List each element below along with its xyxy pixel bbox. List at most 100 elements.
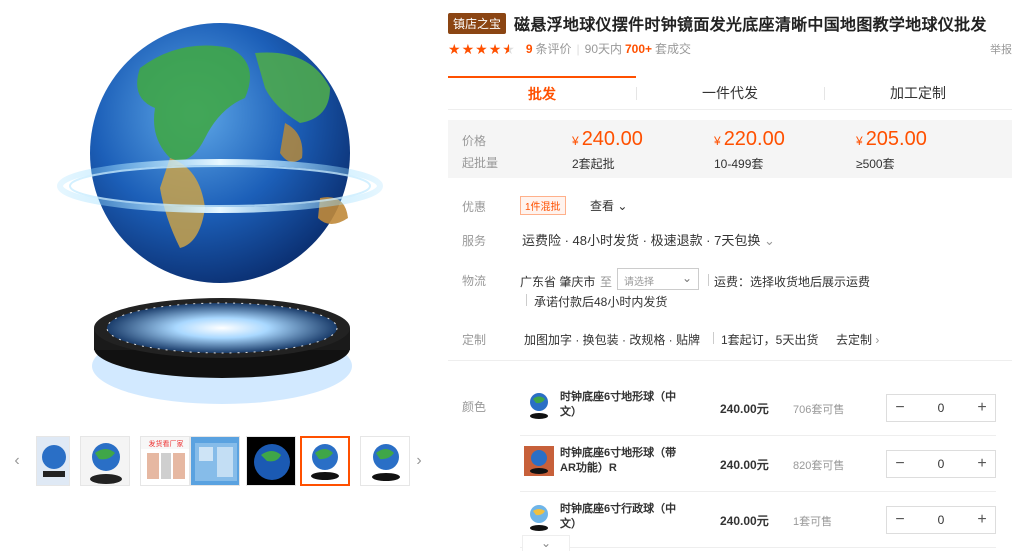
promo-tag: 1件混批: [520, 196, 566, 215]
tier-qty: 10-499套: [714, 157, 764, 171]
sku-thumbnail[interactable]: [524, 390, 554, 420]
sales-prefix: 90天内: [584, 42, 622, 56]
minus-icon[interactable]: −: [887, 511, 913, 529]
tab-wholesale[interactable]: 批发: [448, 76, 636, 109]
thumbnail-strip: ‹ 发货看厂家 ›: [8, 436, 428, 490]
chevron-down-icon: ⌄: [617, 199, 628, 213]
divider: |: [576, 41, 580, 56]
thumbnail-3-factory-ad[interactable]: 发货看厂家: [140, 436, 190, 486]
thumb-prev-arrow-icon[interactable]: ‹: [8, 436, 26, 486]
custom-moq: 1套起订，5天出货: [721, 333, 819, 347]
sku-price: 240.00元: [720, 402, 769, 416]
custom-options: 加图加字 · 换包装 · 改规格 · 贴牌: [524, 333, 700, 347]
price-label: 价格: [462, 134, 487, 148]
price-box: 价格 起批量 ¥240.00 2套起批 ¥220.00 10-499套 ¥205…: [448, 120, 1012, 178]
sku-price: 240.00元: [720, 458, 769, 472]
star-icon: ★: [488, 40, 502, 57]
sku-thumbnail[interactable]: [524, 446, 554, 476]
half-star-icon: ★: [502, 40, 515, 57]
thumbnail-2[interactable]: [80, 436, 130, 486]
thumb-next-arrow-icon[interactable]: ›: [410, 436, 428, 486]
divider: [526, 294, 527, 306]
currency-symbol: ¥: [714, 134, 721, 148]
thumbnail-7[interactable]: [360, 436, 410, 486]
report-link[interactable]: 举报: [990, 41, 1012, 57]
tab-dropship[interactable]: 一件代发: [636, 76, 824, 109]
ship-to-label: 至: [600, 275, 613, 289]
section-divider: [448, 360, 1012, 361]
chevron-right-icon: ›: [875, 333, 880, 347]
expand-more-icon[interactable]: ⌄: [522, 535, 570, 551]
chevron-down-icon: ⌄: [681, 271, 692, 285]
shipping-fee-text: 运费：选择收货地后展示运费: [714, 275, 871, 289]
divider: [708, 274, 709, 286]
star-icon: ★: [475, 40, 488, 57]
thumbnail-1[interactable]: [36, 436, 70, 486]
sku-stock: 706套可售: [793, 404, 845, 416]
tab-custom-processing[interactable]: 加工定制: [824, 76, 1012, 109]
promo-view-link[interactable]: 查看 ⌄: [590, 197, 627, 214]
star-icon: ★: [448, 40, 461, 57]
plus-icon[interactable]: +: [969, 399, 995, 417]
currency-symbol: ¥: [572, 134, 579, 148]
review-label[interactable]: 条评价: [536, 40, 572, 57]
moq-label: 起批量: [462, 156, 499, 170]
sku-row: 时钟底座6寸行政球（中文） 240.00元 1套可售 − 0 +: [520, 492, 996, 548]
destination-select[interactable]: 请选择 ⌄: [617, 268, 699, 290]
review-count[interactable]: 9: [526, 42, 533, 56]
quantity-stepper: − 0 +: [886, 506, 996, 534]
tier-price: 205.00: [865, 128, 927, 150]
tier-price: 240.00: [581, 128, 643, 150]
price-tier-3: ¥205.00 ≥500套: [856, 128, 927, 172]
logistics-label: 物流: [462, 274, 487, 288]
price-tier-2: ¥220.00 10-499套: [714, 128, 785, 172]
thumb-3-caption: 发货看厂家: [149, 439, 184, 448]
sku-name: 时钟底座6寸地形球（带AR功能）R: [560, 447, 677, 474]
shop-badge: 镇店之宝: [448, 12, 507, 34]
quantity-input[interactable]: 0: [913, 513, 969, 527]
currency-symbol: ¥: [856, 134, 863, 148]
sku-stock: 1套可售: [793, 516, 833, 528]
service-list[interactable]: 运费险 · 48小时发货 · 极速退款 · 7天包换 ⌄: [522, 230, 775, 249]
divider: [713, 332, 714, 344]
chevron-down-icon: ⌄: [763, 233, 775, 248]
main-product-image[interactable]: [30, 8, 422, 418]
minus-icon[interactable]: −: [887, 399, 913, 417]
sku-thumbnail[interactable]: [524, 502, 554, 532]
star-icon: ★: [461, 40, 475, 57]
thumbnail-6-active[interactable]: [300, 436, 350, 486]
thumbnail-4[interactable]: [190, 436, 240, 486]
promo-label: 优惠: [462, 200, 487, 214]
price-tier-1: ¥240.00 2套起批: [572, 128, 643, 172]
sku-name: 时钟底座6寸行政球（中文）: [560, 503, 677, 530]
thumbnail-5[interactable]: [246, 436, 296, 486]
quantity-stepper: − 0 +: [886, 394, 996, 422]
quantity-input[interactable]: 0: [913, 457, 969, 471]
service-text: 运费险 · 48小时发货 · 极速退款 · 7天包换: [522, 233, 761, 248]
tier-qty: ≥500套: [856, 157, 895, 171]
quantity-stepper: − 0 +: [886, 450, 996, 478]
sku-row: 时钟底座6寸地形球（中文） 240.00元 706套可售 − 0 +: [520, 380, 996, 436]
minus-icon[interactable]: −: [887, 455, 913, 473]
sales-count: 700+: [625, 41, 653, 56]
title-row: 镇店之宝 磁悬浮地球仪摆件时钟镜面发光底座清晰中国地图教学地球仪批发: [448, 11, 987, 35]
shipping-promise: 承诺付款后48小时内发货: [534, 295, 668, 309]
tier-qty: 2套起批: [572, 157, 615, 171]
service-label: 服务: [462, 234, 487, 248]
promo-view-text: 查看: [590, 199, 615, 213]
custom-link[interactable]: 去定制 ›: [836, 331, 879, 348]
rating-stars: ★ ★ ★ ★ ★: [448, 42, 516, 56]
sku-name: 时钟底座6寸地形球（中文）: [560, 391, 677, 418]
ship-origin: 广东省 肇庆市: [520, 275, 596, 289]
plus-icon[interactable]: +: [969, 455, 995, 473]
plus-icon[interactable]: +: [969, 511, 995, 529]
sales-suffix: 套成交: [655, 42, 692, 56]
quantity-input[interactable]: 0: [913, 401, 969, 415]
custom-link-text: 去定制: [836, 333, 873, 347]
color-label: 颜色: [462, 400, 487, 414]
custom-label: 定制: [462, 333, 487, 347]
purchase-mode-tabs: 批发 一件代发 加工定制: [448, 76, 1012, 110]
sku-row: 时钟底座6寸地形球（带AR功能）R 240.00元 820套可售 − 0 +: [520, 436, 996, 492]
product-title: 磁悬浮地球仪摆件时钟镜面发光底座清晰中国地图教学地球仪批发: [514, 17, 987, 34]
sku-stock: 820套可售: [793, 460, 845, 472]
